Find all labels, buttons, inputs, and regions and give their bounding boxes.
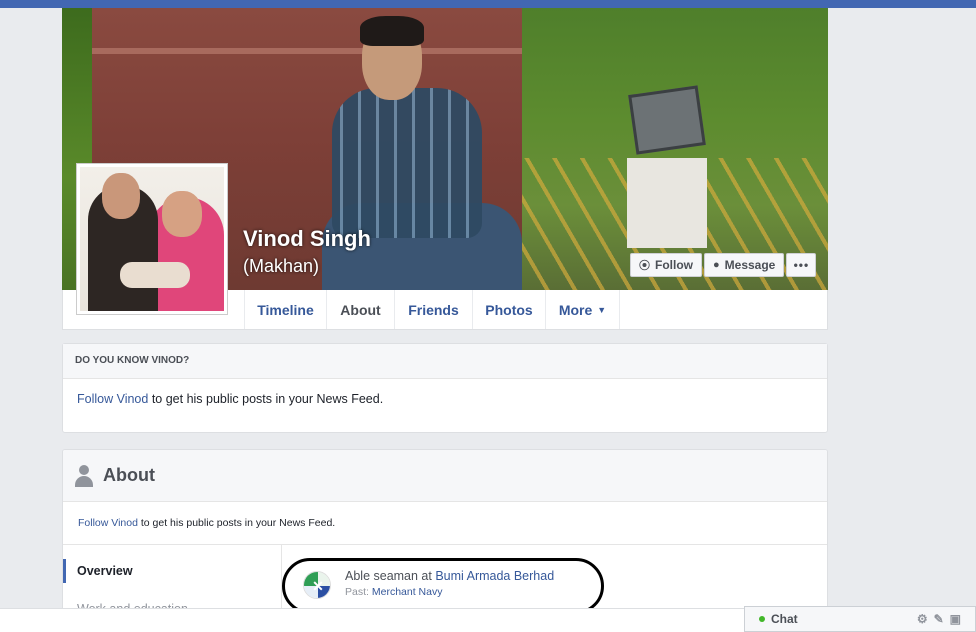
do-you-know-text: Follow Vinod to get his public posts in …	[77, 392, 384, 406]
sidebar-toggle-icon[interactable]: ▣	[950, 612, 967, 626]
company-link[interactable]: Bumi Armada Berhad	[435, 569, 554, 583]
profile-picture[interactable]	[76, 163, 228, 315]
company-logo-icon[interactable]: ✕	[303, 571, 331, 599]
sidebar-item-overview[interactable]: Overview	[63, 559, 282, 583]
more-options-button[interactable]: •••	[786, 253, 817, 277]
tab-about[interactable]: About	[326, 290, 394, 329]
profile-alternate-name: (Makhan)	[243, 256, 320, 276]
tab-friends[interactable]: Friends	[394, 290, 472, 329]
rss-icon: ⦿	[639, 260, 650, 272]
caret-down-icon: ▼	[597, 304, 607, 315]
online-status-icon	[759, 616, 765, 622]
do-you-know-card: DO YOU KNOW VINOD? Follow Vinod to get h…	[62, 343, 828, 433]
profile-action-buttons: ⦿ Follow ● Message •••	[630, 253, 818, 277]
message-button[interactable]: ● Message	[704, 253, 785, 277]
past-employer-link[interactable]: Merchant Navy	[372, 586, 443, 598]
tab-timeline[interactable]: Timeline	[244, 290, 326, 329]
about-header: About	[63, 450, 827, 502]
about-follow-text: Follow Vinod to get his public posts in …	[63, 502, 827, 545]
do-you-know-heading: DO YOU KNOW VINOD?	[63, 344, 827, 379]
ellipsis-icon: •••	[793, 258, 810, 272]
compose-icon[interactable]: ✎	[934, 612, 950, 626]
follow-link[interactable]: Follow Vinod	[77, 392, 148, 406]
tab-more[interactable]: More ▼	[545, 290, 620, 329]
work-entry: ✕ Able seaman at Bumi Armada Berhad Past…	[303, 569, 554, 599]
about-card: About Follow Vinod to get his public pos…	[62, 449, 828, 629]
follow-button[interactable]: ⦿ Follow	[630, 253, 702, 277]
top-navigation-bar	[0, 0, 976, 8]
tab-photos[interactable]: Photos	[472, 290, 545, 329]
messenger-icon: ●	[713, 259, 720, 271]
about-title: About	[103, 465, 155, 485]
about-follow-link[interactable]: Follow Vinod	[78, 517, 138, 529]
profile-name[interactable]: Vinod Singh	[243, 226, 371, 252]
person-icon	[75, 464, 93, 487]
chat-bar[interactable]: Chat ⚙✎▣	[744, 606, 976, 632]
gear-icon[interactable]: ⚙	[917, 612, 934, 626]
